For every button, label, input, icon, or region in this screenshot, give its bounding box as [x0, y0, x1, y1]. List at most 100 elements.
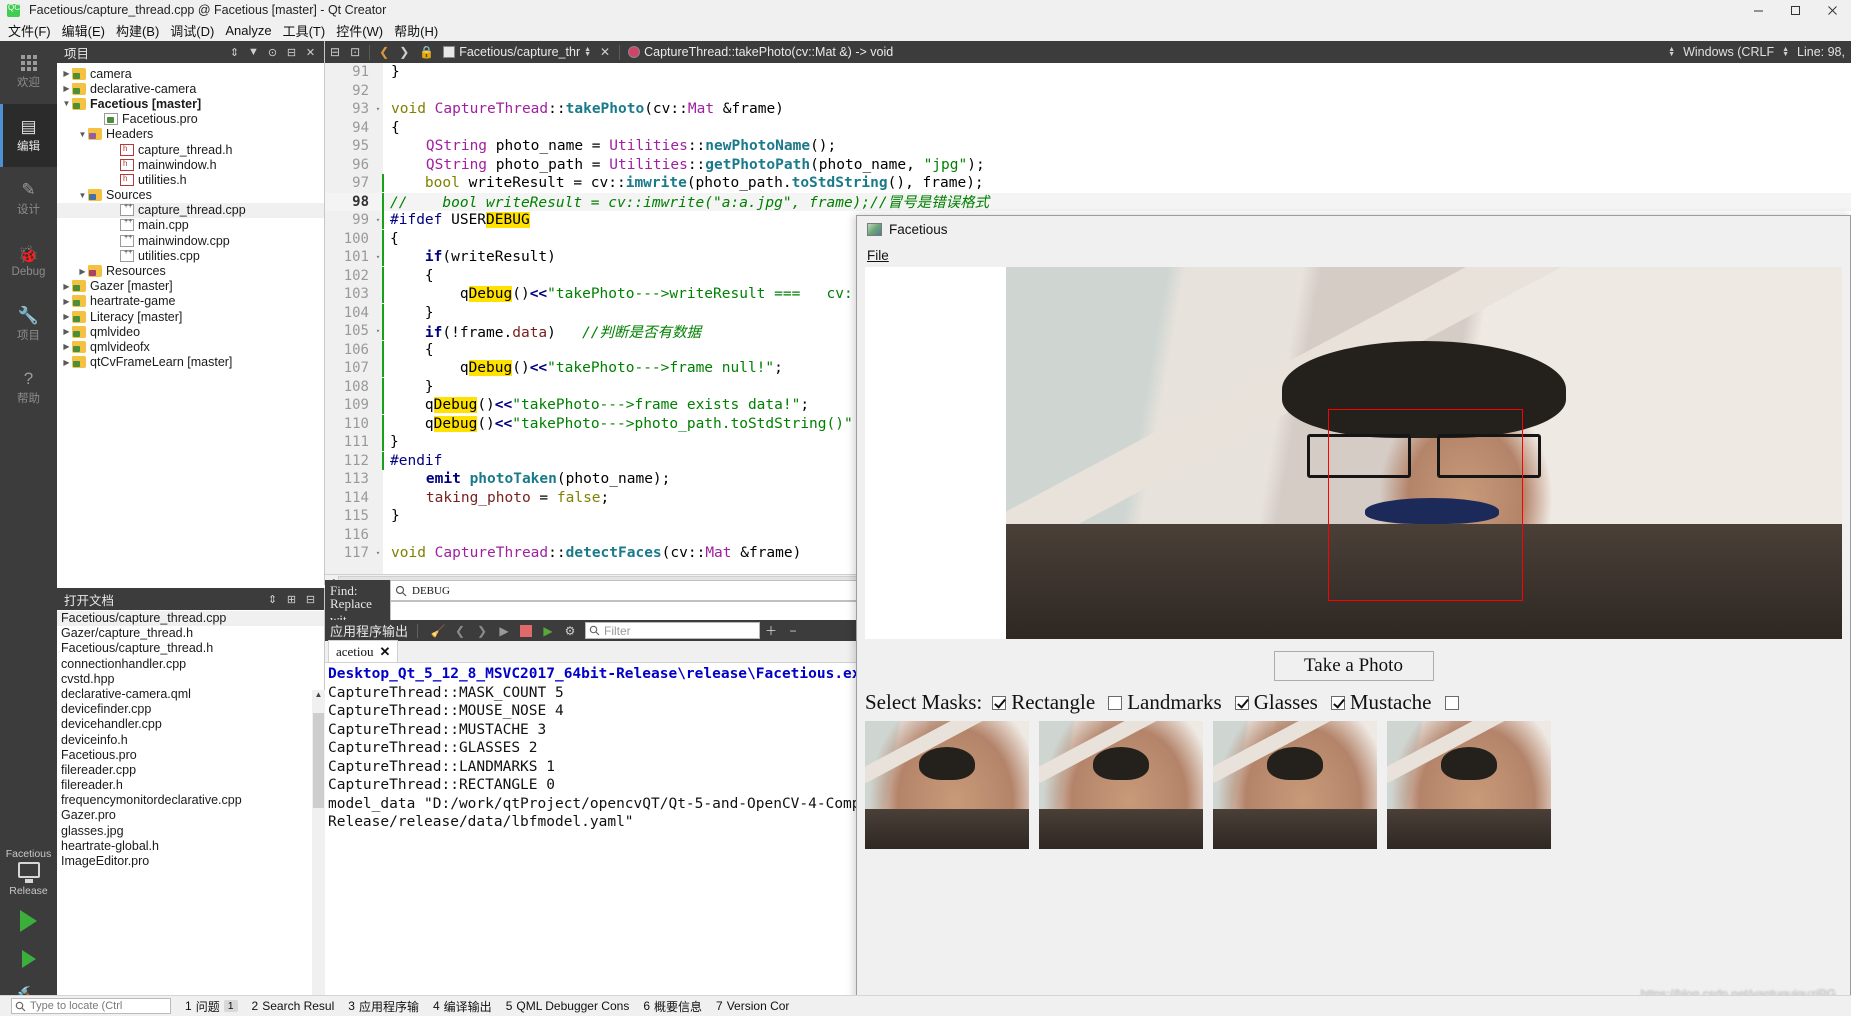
- chevron-right-icon[interactable]: ▶: [61, 342, 72, 351]
- minus-icon[interactable]: −: [782, 620, 804, 641]
- status-item[interactable]: 7 Version Cor: [709, 998, 796, 1015]
- close-icon[interactable]: ⊟: [301, 589, 320, 609]
- open-document-item[interactable]: heartrate-global.h: [57, 839, 324, 854]
- scrollbar-thumb[interactable]: [313, 713, 324, 808]
- menu-window[interactable]: 控件(W): [336, 21, 383, 40]
- output-tab[interactable]: acetiou ✕: [328, 640, 399, 662]
- lock-icon[interactable]: 🔒: [414, 45, 439, 59]
- open-document-item[interactable]: cvstd.hpp: [57, 672, 324, 687]
- tree-item[interactable]: mainwindow.cpp: [57, 233, 324, 248]
- minimize-icon[interactable]: [1740, 0, 1777, 20]
- next-icon[interactable]: ❯: [471, 620, 493, 641]
- plus-icon[interactable]: ＋: [760, 620, 782, 641]
- chevron-down-icon[interactable]: ▼: [61, 99, 72, 108]
- mask-checkbox-rectangle[interactable]: Rectangle: [992, 690, 1095, 715]
- filter-icon[interactable]: ▼: [244, 42, 263, 62]
- mask-checkbox-landmarks[interactable]: Landmarks: [1108, 690, 1222, 715]
- open-document-item[interactable]: devicefinder.cpp: [57, 702, 324, 717]
- split-icon[interactable]: ⊞: [282, 589, 301, 609]
- fold-marker-icon[interactable]: ▾: [373, 549, 383, 557]
- menu-build[interactable]: 构建(B): [116, 21, 159, 40]
- symbol-selector[interactable]: CaptureThread::takePhoto(cv::Mat &) -> v…: [624, 45, 897, 59]
- tree-item[interactable]: ▶ qmlvideo: [57, 324, 324, 339]
- open-documents-list[interactable]: Facetious/capture_thread.cpp Gazer/captur…: [57, 610, 324, 869]
- project-tree[interactable]: ▶ camera ▶ declarative-camera ▼ Facetious [ma…: [57, 63, 324, 585]
- open-document-item[interactable]: filereader.cpp: [57, 763, 324, 778]
- checkbox-icon[interactable]: [1234, 695, 1249, 710]
- open-documents-scrollbar[interactable]: ▲: [312, 690, 325, 1016]
- close-icon[interactable]: ✕: [380, 644, 391, 660]
- open-document-item[interactable]: deviceinfo.h: [57, 733, 324, 748]
- mode-help[interactable]: ? 帮助: [0, 356, 57, 419]
- chevron-right-icon[interactable]: ▶: [61, 297, 72, 306]
- stop-icon[interactable]: [515, 620, 537, 641]
- thumbnail-1[interactable]: [865, 721, 1029, 849]
- split-icon[interactable]: ⊟: [282, 42, 301, 62]
- chevron-right-icon[interactable]: ▶: [77, 267, 88, 276]
- locate-input[interactable]: Type to locate (Ctrl: [11, 998, 171, 1014]
- mode-design[interactable]: ✎ 设计: [0, 167, 57, 230]
- tree-item[interactable]: ▶ qmlvideofx: [57, 339, 324, 354]
- run-button[interactable]: [0, 902, 57, 940]
- mode-debug[interactable]: 🐞 Debug: [0, 230, 57, 293]
- status-item[interactable]: 2 Search Resul: [245, 998, 342, 1015]
- status-item[interactable]: 4 编译输出: [426, 998, 499, 1015]
- open-document-item[interactable]: Gazer/capture_thread.h: [57, 626, 324, 641]
- tree-item[interactable]: ▶ Literacy [master]: [57, 309, 324, 324]
- chevron-right-icon[interactable]: ▶: [61, 327, 72, 336]
- split-horizontal-icon[interactable]: ⊟: [325, 45, 345, 59]
- nav-back-icon[interactable]: ❮: [374, 45, 394, 59]
- line-ending-label[interactable]: Windows (CRLF: [1683, 45, 1774, 59]
- menu-analyze[interactable]: Analyze: [225, 23, 271, 38]
- code-line[interactable]: 95 QString photo_name = Utilities::newPh…: [325, 137, 1851, 156]
- open-document-item[interactable]: ImageEditor.pro: [57, 854, 324, 869]
- link-with-editor-icon[interactable]: ⊙: [263, 42, 282, 62]
- chevron-down-icon[interactable]: ▼: [77, 191, 88, 200]
- thumbnail-3[interactable]: [1213, 721, 1377, 849]
- open-document-item[interactable]: glasses.jpg: [57, 824, 324, 839]
- chevron-right-icon[interactable]: ▶: [61, 84, 72, 93]
- chevron-updown-icon-2[interactable]: ▲ ▼: [1668, 46, 1675, 58]
- close-split-icon[interactable]: ⊡: [345, 45, 365, 59]
- status-item[interactable]: 1 问题 1: [178, 998, 245, 1015]
- file-close-icon[interactable]: ✕: [595, 45, 615, 59]
- tree-item[interactable]: capture_thread.cpp: [57, 202, 324, 218]
- tree-item[interactable]: mainwindow.h: [57, 157, 324, 172]
- thumbnail-4[interactable]: [1387, 721, 1551, 849]
- fold-marker-icon[interactable]: ▾: [373, 105, 383, 113]
- checkbox-icon[interactable]: [1330, 695, 1345, 710]
- chevron-right-icon[interactable]: ▶: [61, 312, 72, 321]
- facetious-menu-file[interactable]: File: [867, 248, 889, 263]
- debug-button[interactable]: [0, 940, 57, 978]
- clear-icon[interactable]: 🧹: [427, 620, 449, 641]
- gear-icon[interactable]: ⚙: [559, 620, 581, 641]
- tree-item[interactable]: ▼ Sources: [57, 188, 324, 203]
- code-line[interactable]: 97 bool writeResult = cv::imwrite(photo_…: [325, 174, 1851, 193]
- chevron-right-icon[interactable]: ▶: [61, 69, 72, 78]
- tree-item[interactable]: ▶ camera: [57, 66, 324, 81]
- scroll-up-icon[interactable]: ▲: [312, 690, 325, 699]
- status-item[interactable]: 5 QML Debugger Cons: [499, 998, 637, 1015]
- mode-projects[interactable]: 🔧 项目: [0, 293, 57, 356]
- locator[interactable]: Type to locate (Ctrl: [0, 998, 178, 1014]
- tree-item[interactable]: ▶ heartrate-game: [57, 294, 324, 309]
- tree-item[interactable]: ▼ Facetious [master]: [57, 96, 324, 111]
- chevron-updown-icon[interactable]: ▲ ▼: [584, 46, 591, 58]
- output-filter-input[interactable]: Filter: [585, 622, 761, 639]
- tree-item[interactable]: Facetious.pro: [57, 112, 324, 127]
- code-line[interactable]: 94{: [325, 119, 1851, 138]
- menu-debug[interactable]: 调试(D): [170, 21, 214, 40]
- menu-file[interactable]: 文件(F): [8, 21, 51, 40]
- prev-icon[interactable]: ❮: [449, 620, 471, 641]
- tree-item[interactable]: utilities.cpp: [57, 248, 324, 263]
- mode-welcome[interactable]: 欢迎: [0, 41, 57, 104]
- tree-item[interactable]: ▶ Gazer [master]: [57, 279, 324, 294]
- tree-item[interactable]: ▶ declarative-camera: [57, 81, 324, 96]
- open-document-item[interactable]: filereader.h: [57, 778, 324, 793]
- run-icon[interactable]: ▶: [493, 620, 515, 641]
- tree-item[interactable]: utilities.h: [57, 172, 324, 187]
- close-icon[interactable]: ✕: [301, 42, 320, 62]
- checkbox-icon[interactable]: [992, 695, 1007, 710]
- code-line[interactable]: 96 QString photo_path = Utilities::getPh…: [325, 156, 1851, 175]
- thumbnail-2[interactable]: [1039, 721, 1203, 849]
